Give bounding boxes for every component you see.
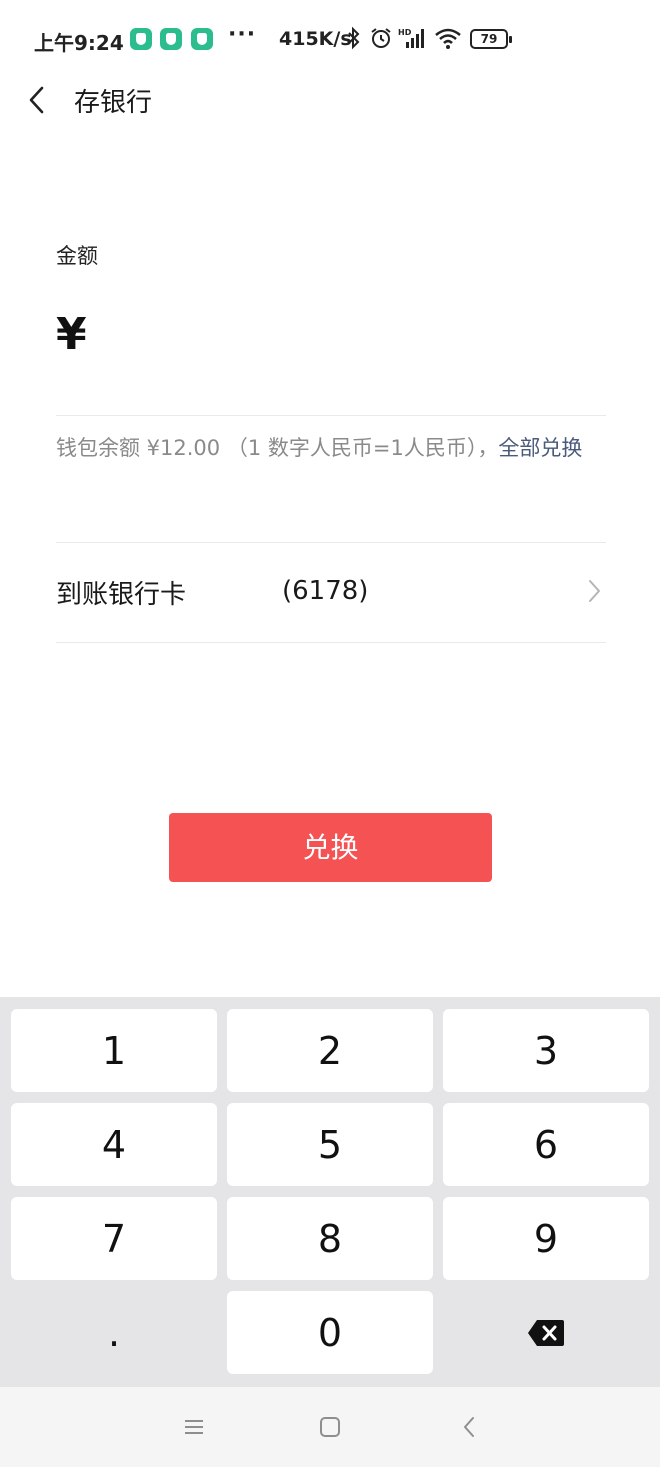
wallet-balance-text: 钱包余额 ¥12.00 （1 数字人民币=1人民币）， [56,436,499,460]
app-header: 存银行 [0,78,660,122]
bank-card-label: 到账银行卡 [56,580,187,610]
key-6[interactable]: 6 [443,1103,649,1186]
battery-level: 79 [480,32,498,46]
wallet-balance: 钱包余额 ¥12.00 （1 数字人民币=1人民币），全部兑换 [56,431,608,465]
chevron-left-icon[interactable] [22,82,52,118]
bank-card-number: (6178) [282,576,369,606]
shield-app-icon [160,28,182,50]
key-9[interactable]: 9 [443,1197,649,1280]
hd-signal-icon: HD [398,28,424,48]
bank-card-selector[interactable]: 到账银行卡 (6178) [56,552,606,632]
bank-divider [56,642,606,643]
numeric-keypad: 1 2 3 4 5 6 7 8 9 . 0 [0,997,660,1387]
status-bar: 上午9:24 ··· 415K/s HD 79 [0,0,660,78]
backspace-icon [528,1319,564,1346]
more-notifications-icon: ··· [228,22,257,47]
key-0[interactable]: 0 [227,1291,433,1374]
system-nav-bar [0,1387,660,1467]
amount-label: 金额 [56,244,98,268]
key-1[interactable]: 1 [11,1009,217,1092]
key-8[interactable]: 8 [227,1197,433,1280]
amount-input[interactable] [108,313,598,369]
status-time: 上午9:24 [34,31,124,55]
alarm-icon [371,28,391,48]
key-7[interactable]: 7 [11,1197,217,1280]
page-title: 存银行 [74,88,153,118]
shield-app-icon [130,28,152,50]
battery-icon: 79 [470,29,512,49]
delete-key[interactable] [443,1291,649,1374]
key-decimal[interactable]: . [11,1291,217,1374]
balance-divider [56,542,606,543]
amount-row: ¥ [56,305,606,375]
svg-text:HD: HD [398,28,412,37]
home-square-icon[interactable] [315,1413,345,1441]
exchange-button[interactable]: 兑换 [169,813,492,882]
bluetooth-icon [348,26,360,50]
wifi-icon [435,28,461,49]
back-triangle-icon[interactable] [454,1413,484,1441]
exchange-all-link[interactable]: 全部兑换 [498,436,582,460]
chevron-right-icon [589,580,600,602]
key-4[interactable]: 4 [11,1103,217,1186]
menu-icon[interactable] [179,1413,209,1441]
key-5[interactable]: 5 [227,1103,433,1186]
currency-symbol: ¥ [56,309,87,360]
shield-app-icon [191,28,213,50]
network-speed: 415K/s [279,28,352,50]
key-3[interactable]: 3 [443,1009,649,1092]
amount-divider [56,415,606,416]
key-2[interactable]: 2 [227,1009,433,1092]
